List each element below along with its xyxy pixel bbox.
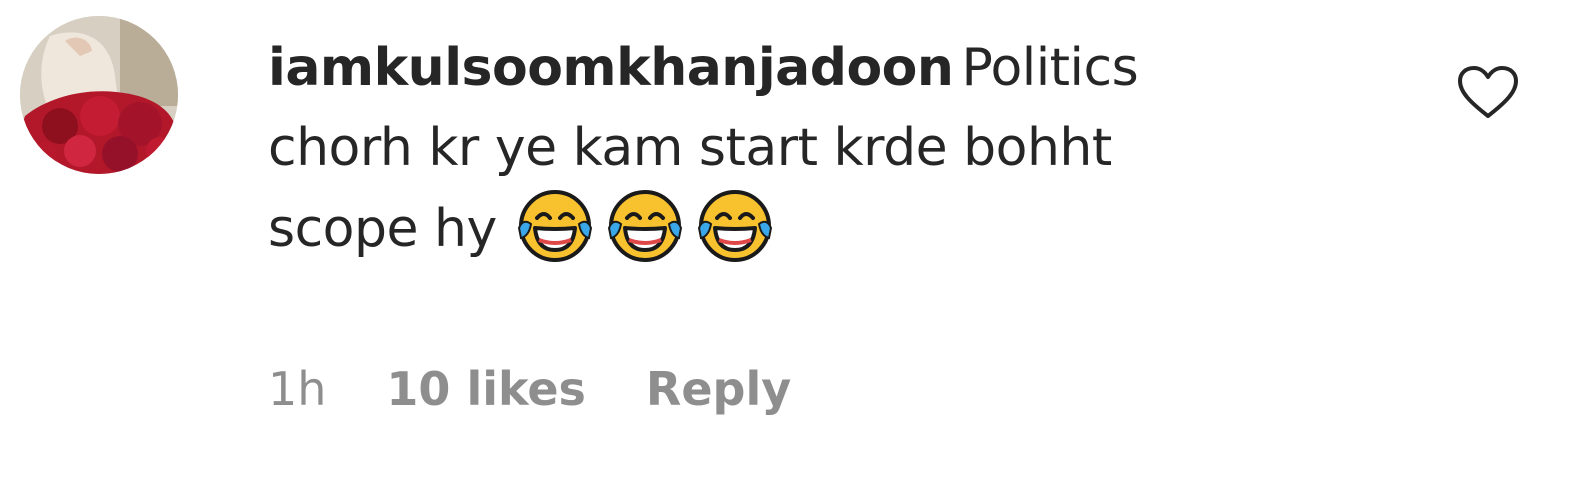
like-comment-button[interactable] xyxy=(1456,64,1520,120)
avatar[interactable] xyxy=(20,16,178,174)
comment-content: iamkulsoomkhanjadoon Politics chorh kr ye… xyxy=(268,28,1268,269)
face-with-tears-of-joy-icon xyxy=(517,190,592,262)
comment-item: iamkulsoomkhanjadoon Politics chorh kr ye… xyxy=(0,0,1582,500)
comment-username[interactable]: iamkulsoomkhanjadoon xyxy=(268,38,954,98)
face-with-tears-of-joy-icon xyxy=(607,190,682,262)
comment-timestamp[interactable]: 1h xyxy=(268,362,326,416)
face-with-tears-of-joy-icon xyxy=(697,190,772,262)
reply-button[interactable]: Reply xyxy=(646,362,791,416)
comment-likes-count[interactable]: 10 likes xyxy=(386,362,586,416)
heart-outline-icon xyxy=(1458,66,1518,118)
comment-meta: 1h 10 likes Reply xyxy=(268,362,791,416)
avatar-image xyxy=(20,16,178,174)
emoji-group xyxy=(497,190,773,262)
